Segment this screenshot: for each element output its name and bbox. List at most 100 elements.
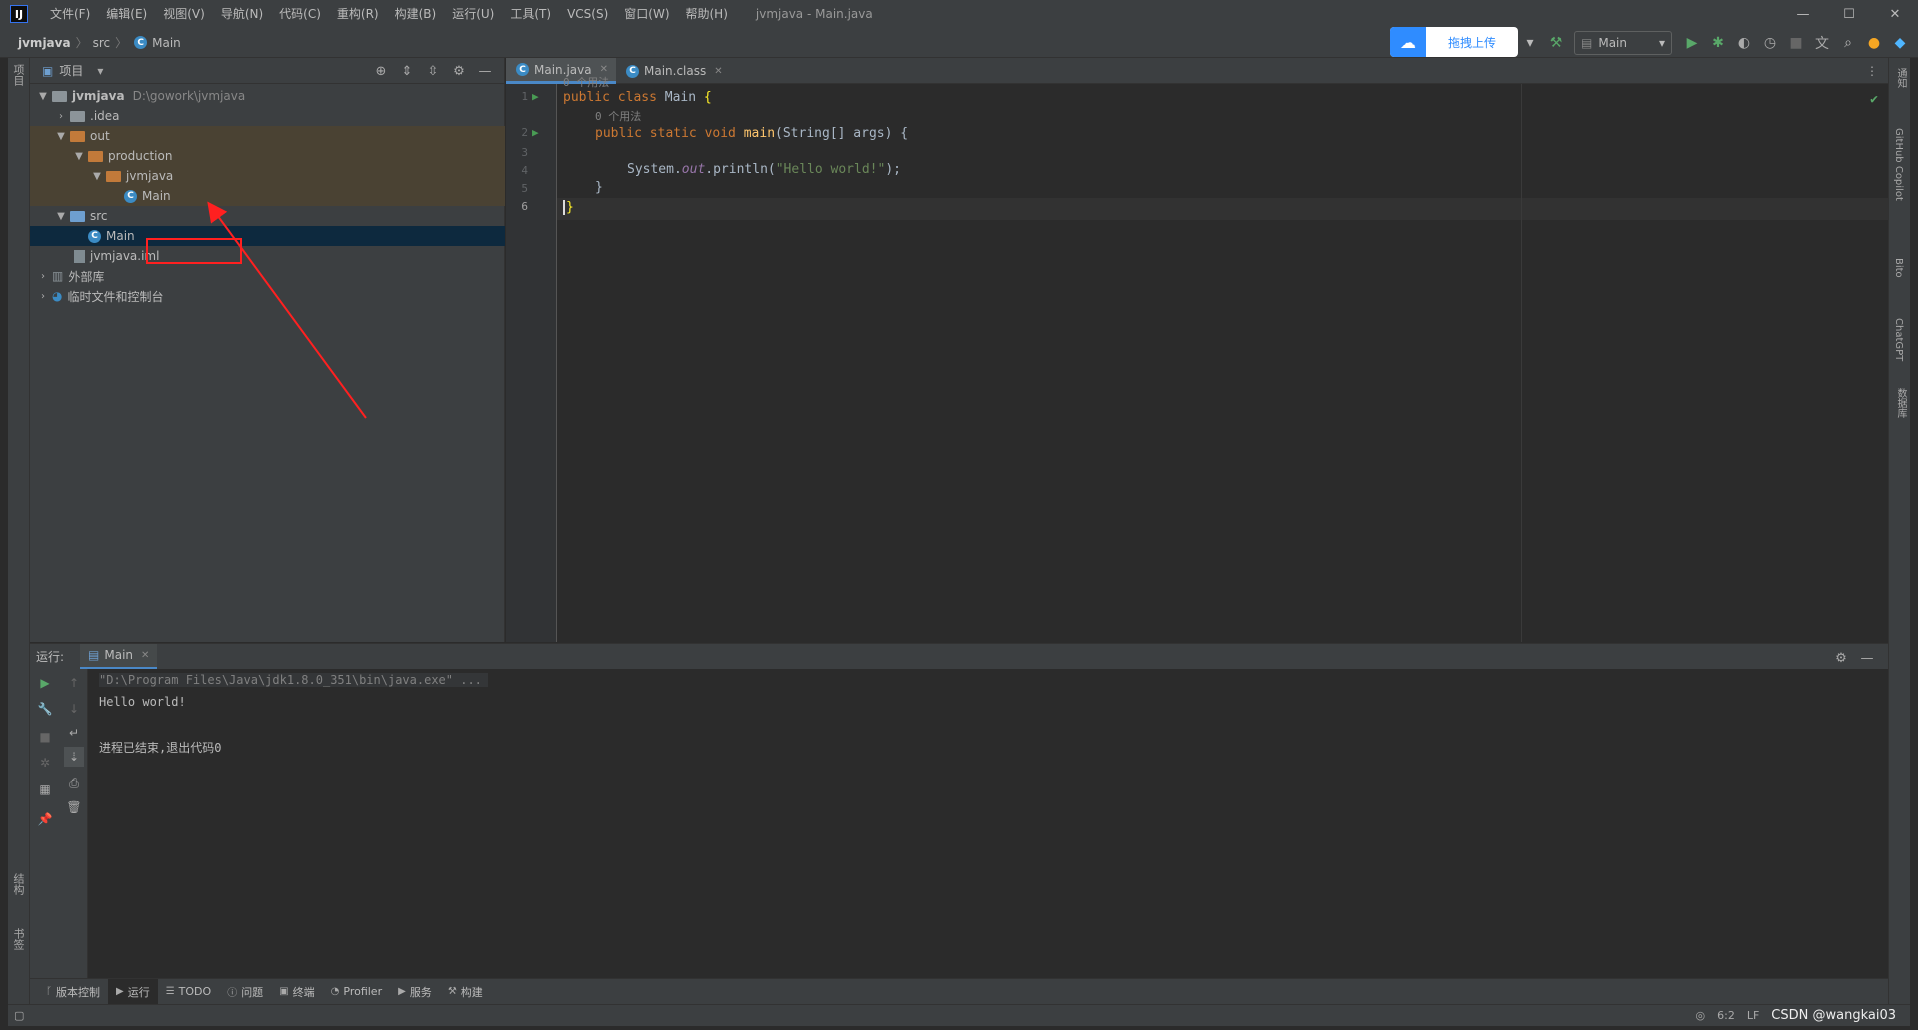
- bito-tool-button[interactable]: Bito: [1893, 258, 1904, 278]
- scroll-to-end-icon[interactable]: ⇣: [64, 747, 84, 767]
- gear-icon[interactable]: ⚙: [1828, 647, 1854, 669]
- database-tool-button[interactable]: 数据库: [1893, 388, 1908, 418]
- debug-icon[interactable]: ✱: [1706, 31, 1730, 55]
- breadcrumb-project[interactable]: jvmjava: [18, 36, 71, 50]
- maximize-icon[interactable]: ☐: [1826, 0, 1872, 28]
- menu-refactor[interactable]: 重构(R): [329, 0, 387, 28]
- close-tab-icon[interactable]: ✕: [141, 650, 149, 661]
- menu-tools[interactable]: 工具(T): [502, 0, 559, 28]
- baidu-cloud-icon: ☁: [1390, 27, 1426, 57]
- stop-icon[interactable]: ■: [1784, 31, 1808, 55]
- arrow-up-icon[interactable]: ↑: [64, 673, 84, 693]
- navigation-bar: jvmjava 〉 src 〉 C Main ☁ 拖拽上传 ▾ ⚒ ▤ Main…: [0, 27, 1918, 58]
- menu-view[interactable]: 视图(V): [155, 0, 213, 28]
- caret-position[interactable]: 6:2: [1717, 1009, 1735, 1022]
- project-tool-button[interactable]: 项目: [10, 64, 26, 86]
- code-line-1: public class Main {: [563, 90, 712, 105]
- tool-problems[interactable]: ⓘ 问题: [219, 979, 271, 1005]
- menu-build[interactable]: 构建(B): [387, 0, 445, 28]
- code-editor[interactable]: ✔ 0 个用法 public class Main { 0 个用法 public…: [557, 76, 1888, 642]
- trash-icon[interactable]: 🗑: [64, 797, 84, 817]
- menu-vcs[interactable]: VCS(S): [559, 0, 616, 28]
- stop-icon[interactable]: ■: [35, 727, 55, 747]
- chevron-down-icon: ▾: [1658, 36, 1665, 50]
- tool-version-control[interactable]: ᚴ 版本控制: [38, 979, 108, 1005]
- menu-window[interactable]: 窗口(W): [616, 0, 677, 28]
- code-line-6: }: [563, 200, 574, 215]
- layout-icon[interactable]: ▦: [35, 779, 55, 799]
- line-number: 6: [521, 200, 528, 213]
- tool-todo[interactable]: ☰ TODO: [158, 979, 219, 1005]
- soft-wrap-icon[interactable]: ↵: [64, 723, 84, 743]
- pin-icon[interactable]: 📌: [35, 809, 55, 829]
- console-output[interactable]: "D:\Program Files\Java\jdk1.8.0_351\bin\…: [88, 669, 1888, 978]
- rerun-icon[interactable]: ▶: [35, 673, 55, 693]
- menu-navigate[interactable]: 导航(N): [213, 0, 271, 28]
- current-line-highlight: [557, 198, 1888, 220]
- line-separator[interactable]: LF: [1747, 1009, 1759, 1022]
- run-toolbar-primary: ▶ 🔧 ■ ✲ ▦ 📌: [30, 669, 59, 978]
- profile-icon[interactable]: ◷: [1758, 31, 1782, 55]
- copilot-status-icon[interactable]: ◎: [1696, 1009, 1706, 1022]
- run-tab-main[interactable]: ▤ Main ✕: [80, 643, 158, 670]
- right-margin-guide: [1521, 84, 1522, 642]
- wrench-icon[interactable]: 🔧: [35, 699, 55, 719]
- branch-icon: ᚴ: [46, 986, 52, 997]
- tool-terminal[interactable]: ▣ 终端: [271, 979, 322, 1005]
- menu-file[interactable]: 文件(F): [42, 0, 98, 28]
- breadcrumb-folder[interactable]: src: [93, 36, 111, 50]
- hide-icon[interactable]: —: [1854, 647, 1880, 669]
- copilot-tool-button[interactable]: GitHub Copilot: [1893, 128, 1904, 201]
- run-configuration-select[interactable]: ▤ Main ▾: [1574, 31, 1672, 55]
- code-line-5: }: [595, 180, 603, 195]
- close-tab-icon[interactable]: ✕: [714, 66, 722, 77]
- menu-run[interactable]: 运行(U): [444, 0, 502, 28]
- tool-build[interactable]: ⚒ 构建: [440, 979, 491, 1005]
- minimize-icon[interactable]: —: [1780, 0, 1826, 28]
- editor-tabs: C Main.java ✕ C Main.class ✕ ⋮: [506, 58, 1888, 84]
- profiler-icon: ◔: [330, 986, 340, 997]
- console-command-line: "D:\Program Files\Java\jdk1.8.0_351\bin\…: [99, 673, 488, 687]
- toggle-tool-windows-icon[interactable]: ▢: [14, 1009, 24, 1022]
- usage-hint[interactable]: 0 个用法: [595, 108, 641, 124]
- run-gutter-icon[interactable]: ▶: [532, 90, 539, 103]
- line-number: 2: [521, 126, 528, 139]
- search-icon[interactable]: ⌕: [1836, 31, 1860, 55]
- terminal-icon: ▣: [279, 986, 289, 997]
- tab-main-class[interactable]: C Main.class ✕: [616, 58, 731, 84]
- print-icon[interactable]: ⎙: [64, 773, 84, 793]
- menu-code[interactable]: 代码(C): [271, 0, 329, 28]
- run-gutter-icon[interactable]: ▶: [532, 126, 539, 139]
- run-icon[interactable]: ▶: [1680, 31, 1704, 55]
- upload-button[interactable]: ☁ 拖拽上传: [1390, 27, 1518, 57]
- breadcrumb-file[interactable]: Main: [152, 36, 181, 50]
- tool-services[interactable]: ▶ 服务: [390, 979, 440, 1005]
- structure-tool-button[interactable]: 结构: [10, 873, 26, 895]
- info-icon: ⓘ: [227, 988, 238, 999]
- menu-help[interactable]: 帮助(H): [678, 0, 736, 28]
- services-icon: ▶: [398, 986, 406, 997]
- tool-profiler[interactable]: ◔ Profiler: [323, 979, 390, 1005]
- build-hammer-icon[interactable]: ⚒: [1544, 31, 1568, 55]
- tool-run[interactable]: ▶ 运行: [108, 978, 158, 1005]
- line-number: 5: [521, 182, 528, 195]
- menu-edit[interactable]: 编辑(E): [98, 0, 155, 28]
- close-icon[interactable]: ✕: [1872, 0, 1918, 28]
- coverage-icon[interactable]: ◐: [1732, 31, 1756, 55]
- bookmarks-tool-button[interactable]: 书签: [10, 928, 26, 950]
- translate-icon[interactable]: 文: [1810, 31, 1834, 55]
- arrow-down-icon[interactable]: ↓: [64, 699, 84, 719]
- intellij-logo-icon: IJ: [10, 5, 28, 23]
- class-icon: C: [134, 36, 148, 49]
- more-options-icon[interactable]: ⋮: [1866, 58, 1878, 83]
- notifications-tool-button[interactable]: 通知: [1893, 68, 1908, 88]
- plugin-logo-icon[interactable]: ◆: [1888, 31, 1912, 55]
- chatgpt-tool-button[interactable]: ChatGPT: [1893, 318, 1904, 361]
- project-panel: ▣ 项目 ▾ ⊕ ⇕ ⇳ ⚙ — ▼ jvmjava D:\gowork\jvm…: [30, 58, 505, 642]
- update-icon[interactable]: ●: [1862, 31, 1886, 55]
- dump-threads-icon[interactable]: ✲: [35, 753, 55, 773]
- status-bar: ▢ ◎ 6:2 LF CSDN @wangkai03: [8, 1004, 1910, 1026]
- usage-hint[interactable]: 0 个用法: [563, 74, 609, 90]
- dropdown-arrow-icon[interactable]: ▾: [1518, 31, 1542, 55]
- inspection-ok-icon[interactable]: ✔: [1870, 92, 1878, 107]
